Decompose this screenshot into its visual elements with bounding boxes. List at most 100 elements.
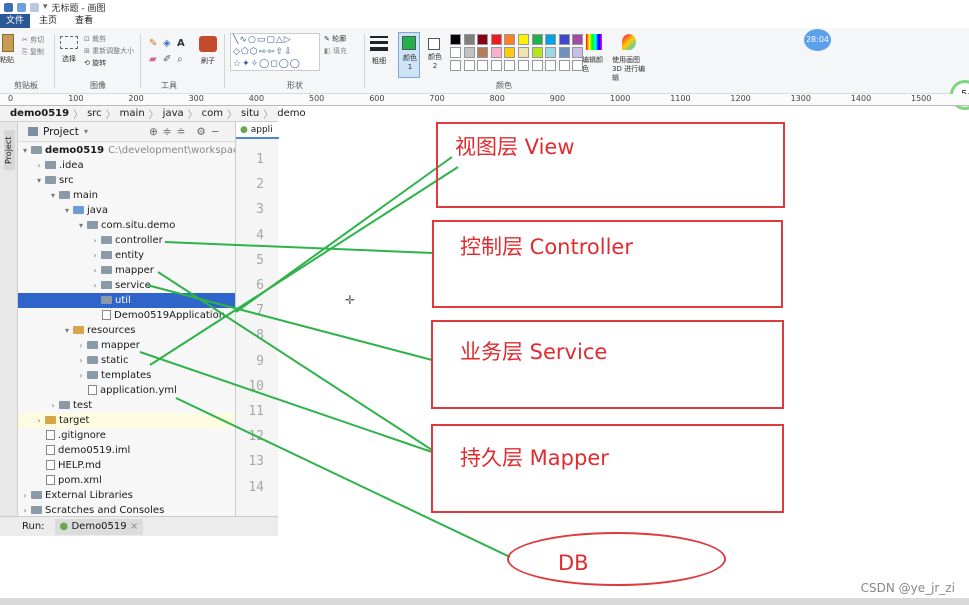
tree-item[interactable]: pom.xml — [18, 473, 235, 488]
palette-swatch[interactable] — [504, 34, 516, 45]
run-config-tab[interactable]: ● Demo0519 × — [54, 518, 144, 535]
tree-item[interactable]: ▾ com.situ.demo — [18, 218, 235, 233]
expand-arrow-icon[interactable]: ▾ — [48, 188, 58, 203]
tree-item[interactable]: › controller — [18, 233, 235, 248]
cut-button[interactable]: ✂ 剪切 — [22, 35, 44, 45]
tree-item[interactable]: HELP.md — [18, 458, 235, 473]
palette-swatch[interactable] — [518, 47, 529, 58]
palette-swatch[interactable] — [558, 47, 570, 58]
color-palette[interactable] — [450, 34, 590, 74]
tree-item[interactable]: ▾ java — [18, 203, 235, 218]
breadcrumb-item[interactable]: com — [202, 108, 223, 119]
breadcrumb-item[interactable]: demo0519 — [10, 108, 69, 119]
tree-item[interactable]: › test — [18, 398, 235, 413]
rotate-button[interactable]: ⟲ 旋转 — [84, 58, 106, 68]
save-icon[interactable] — [4, 2, 13, 12]
collapse-all-icon[interactable]: ≐ — [177, 126, 186, 138]
color1-button[interactable]: 颜色 1 — [398, 32, 420, 78]
text-icon[interactable]: A — [177, 38, 185, 49]
palette-swatch[interactable] — [450, 60, 461, 71]
select-icon[interactable] — [60, 36, 78, 49]
expand-arrow-icon[interactable]: ▾ — [76, 218, 86, 233]
tree-item[interactable]: › mapper — [18, 338, 235, 353]
paste-icon[interactable] — [2, 34, 14, 52]
tree-item[interactable]: demo0519.iml — [18, 443, 235, 458]
gear-icon[interactable]: ⚙ — [196, 126, 205, 138]
edit-colors-button[interactable]: 编辑颜色 — [582, 56, 608, 74]
size-line-icon[interactable] — [370, 36, 388, 38]
palette-swatch[interactable] — [545, 60, 557, 71]
palette-swatch[interactable] — [504, 47, 516, 58]
size-button[interactable]: 粗细 — [372, 56, 386, 66]
breadcrumb-item[interactable]: src — [87, 108, 102, 119]
palette-swatch[interactable] — [463, 34, 475, 45]
project-view-label[interactable]: Project — [43, 126, 79, 138]
paint3d-button[interactable]: 使用画图 3D 进行编辑 — [612, 56, 652, 83]
resize-button[interactable]: ⊞ 重新调整大小 — [84, 46, 134, 56]
palette-swatch[interactable] — [518, 34, 529, 45]
tree-item[interactable]: › External Libraries — [18, 488, 235, 503]
size-line-icon[interactable] — [370, 41, 388, 44]
palette-swatch[interactable] — [531, 47, 543, 58]
tree-item[interactable]: application.yml — [18, 383, 235, 398]
expand-arrow-icon[interactable]: ▾ — [62, 323, 72, 338]
menu-file[interactable]: 文件 — [0, 14, 31, 28]
expand-arrow-icon[interactable]: ▾ — [62, 203, 72, 218]
palette-swatch[interactable] — [518, 60, 529, 71]
fill-button[interactable]: ◧ 填充 — [324, 46, 347, 56]
tree-item[interactable]: › static — [18, 353, 235, 368]
expand-arrow-icon[interactable]: › — [76, 353, 86, 368]
expand-arrow-icon[interactable]: › — [34, 158, 44, 173]
chevron-down-icon[interactable]: ▾ — [84, 127, 88, 136]
palette-swatch[interactable] — [531, 34, 543, 45]
tree-item[interactable]: ▾ resources — [18, 323, 235, 338]
shapes-gallery[interactable]: ╲∿○▭▢△▷ ◇⬠⬡⇨⇦⇧⇩ ☆✦✧◯◻◯◯ — [230, 33, 320, 71]
paint3d-icon[interactable] — [622, 34, 636, 50]
palette-swatch[interactable] — [477, 34, 489, 45]
tree-item[interactable]: › service — [18, 278, 235, 293]
tree-item[interactable]: › templates — [18, 368, 235, 383]
expand-arrow-icon[interactable]: › — [90, 278, 100, 293]
color2-button[interactable]: 颜色 2 — [424, 32, 446, 78]
palette-swatch[interactable] — [545, 34, 557, 45]
tree-item[interactable]: .gitignore — [18, 428, 235, 443]
tree-item[interactable]: › entity — [18, 248, 235, 263]
menu-view[interactable]: 查看 — [66, 14, 102, 28]
tree-item[interactable]: ▾ src — [18, 173, 235, 188]
editor-tab[interactable]: ● appli — [236, 122, 279, 139]
expand-arrow-icon[interactable]: ▾ — [34, 173, 44, 188]
select-button[interactable]: 选择 — [62, 54, 76, 64]
tree-item[interactable]: ▾ main — [18, 188, 235, 203]
palette-swatch[interactable] — [558, 60, 570, 71]
locate-icon[interactable]: ⊕ — [149, 126, 158, 138]
palette-swatch[interactable] — [477, 60, 489, 71]
expand-arrow-icon[interactable]: › — [48, 398, 58, 413]
palette-swatch[interactable] — [463, 60, 475, 71]
expand-arrow-icon[interactable]: › — [34, 413, 44, 428]
palette-swatch[interactable] — [531, 60, 543, 71]
edit-colors-icon[interactable] — [586, 34, 602, 50]
copy-button[interactable]: ⎘ 复制 — [22, 47, 44, 57]
hide-icon[interactable]: − — [211, 126, 220, 138]
tree-item[interactable]: › target — [18, 413, 235, 428]
tree-item[interactable]: › mapper — [18, 263, 235, 278]
expand-arrow-icon[interactable]: › — [20, 488, 30, 503]
undo-icon[interactable] — [17, 2, 26, 12]
palette-swatch[interactable] — [477, 47, 489, 58]
expand-all-icon[interactable]: ≑ — [163, 126, 172, 138]
palette-swatch[interactable] — [450, 34, 461, 45]
breadcrumb-item[interactable]: demo — [277, 108, 305, 119]
tree-item[interactable]: ▾ demo0519 C:\development\workspace — [18, 143, 245, 158]
pencil-icon[interactable]: ✎ — [149, 38, 157, 49]
brush-icon[interactable] — [199, 36, 217, 52]
palette-swatch[interactable] — [545, 47, 557, 58]
palette-swatch[interactable] — [490, 47, 502, 58]
palette-swatch[interactable] — [490, 60, 502, 71]
palette-swatch[interactable] — [450, 47, 461, 58]
palette-swatch[interactable] — [572, 34, 584, 45]
customize-quick-access-icon[interactable]: ▾ — [43, 2, 48, 12]
palette-swatch[interactable] — [504, 60, 516, 71]
redo-icon[interactable] — [30, 2, 39, 12]
horizontal-scrollbar[interactable] — [0, 598, 969, 605]
menu-home[interactable]: 主页 — [30, 14, 66, 28]
